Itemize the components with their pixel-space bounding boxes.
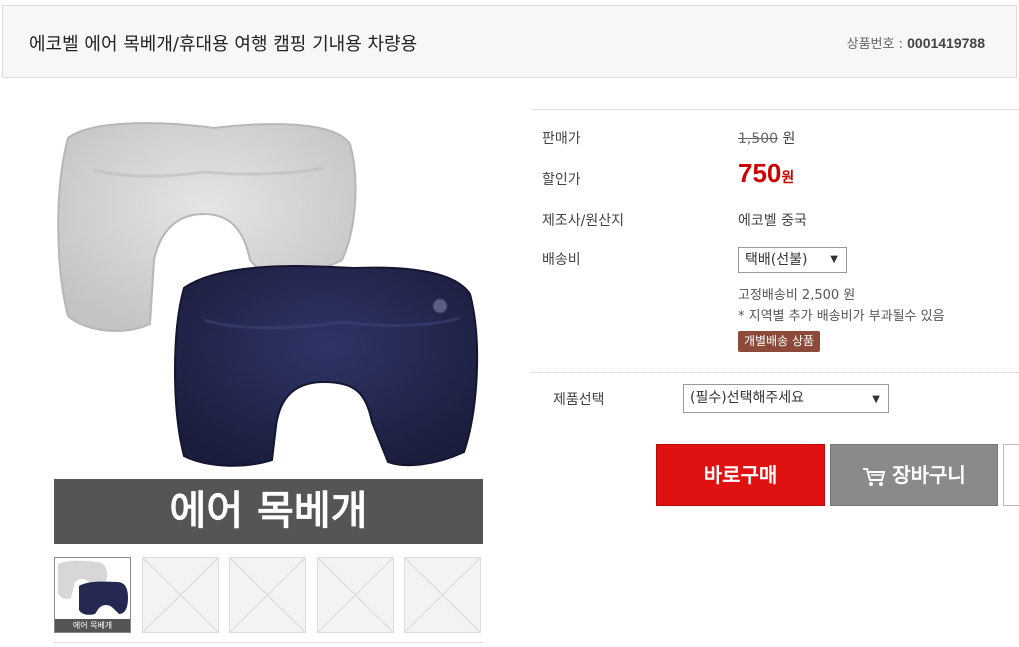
neck-pillow-image [57,122,479,467]
chevron-down-icon: ▼ [830,254,838,265]
thumbnail-5[interactable] [404,557,481,633]
product-banner: 에어 목베개 [54,479,483,544]
product-main-image: 에어 목베개 [54,110,483,545]
price-label: 판매가 [542,131,581,147]
cart-icon [863,467,886,486]
maker-value: 에코벨 중국 [738,213,807,229]
chevron-down-icon: ▼ [872,394,880,405]
shipping-select-value: 택배(선불) [745,252,808,268]
thumbnail-3[interactable] [229,557,306,633]
divider [532,372,1019,373]
placeholder-image-icon [229,557,306,633]
product-title: 에코벨 에어 목베개/휴대용 여행 캠핑 기내용 차량용 [29,34,418,55]
product-number-label: 상품번호 : [846,37,903,52]
original-price-value: 1,500 [738,131,779,147]
shipping-note: * 지역별 추가 배송비가 부과될수 있음 [738,309,945,324]
shipping-fee: 고정배송비 2,500 원 [738,288,856,303]
placeholder-image-icon [317,557,394,633]
option-select-value: (필수)선택해주세요 [690,390,804,406]
shipping-badge: 개별배송 상품 [738,331,821,352]
thumbnail-4[interactable] [317,557,394,633]
divider [532,109,1019,110]
thumbnail-pillow-image [58,560,128,615]
thumbnail-1[interactable]: 에어 목베개 [54,557,131,633]
option-label: 제품선택 [553,392,605,408]
product-header: 에코벨 에어 목베개/휴대용 여행 캠핑 기내용 차량용 상품번호 : 0001… [2,5,1017,78]
option-select[interactable]: (필수)선택해주세요 ▼ [683,384,889,413]
sale-price-label: 할인가 [542,172,581,188]
original-price-unit: 원 [782,131,796,147]
wishlist-button[interactable] [1003,444,1019,506]
divider [54,642,483,643]
thumbnail-label: 에어 목베개 [55,619,130,632]
sale-price-value: 750 [738,158,782,188]
shipping-label: 배송비 [542,252,581,268]
placeholder-image-icon [404,557,481,633]
sale-price: 750원 [738,158,794,189]
sale-price-unit: 원 [781,170,795,186]
maker-label: 제조사/원산지 [542,213,624,229]
shipping-select[interactable]: 택배(선불) ▼ [738,247,847,273]
product-number: 상품번호 : 0001419788 [847,33,985,52]
product-number-value: 0001419788 [907,35,985,51]
buy-now-button[interactable]: 바로구매 [656,444,825,506]
original-price: 1,500 원 [738,128,795,148]
thumbnail-2[interactable] [142,557,219,633]
add-to-cart-label: 장바구니 [892,463,966,487]
placeholder-image-icon [142,557,219,633]
add-to-cart-button[interactable]: 장바구니 [830,444,998,506]
